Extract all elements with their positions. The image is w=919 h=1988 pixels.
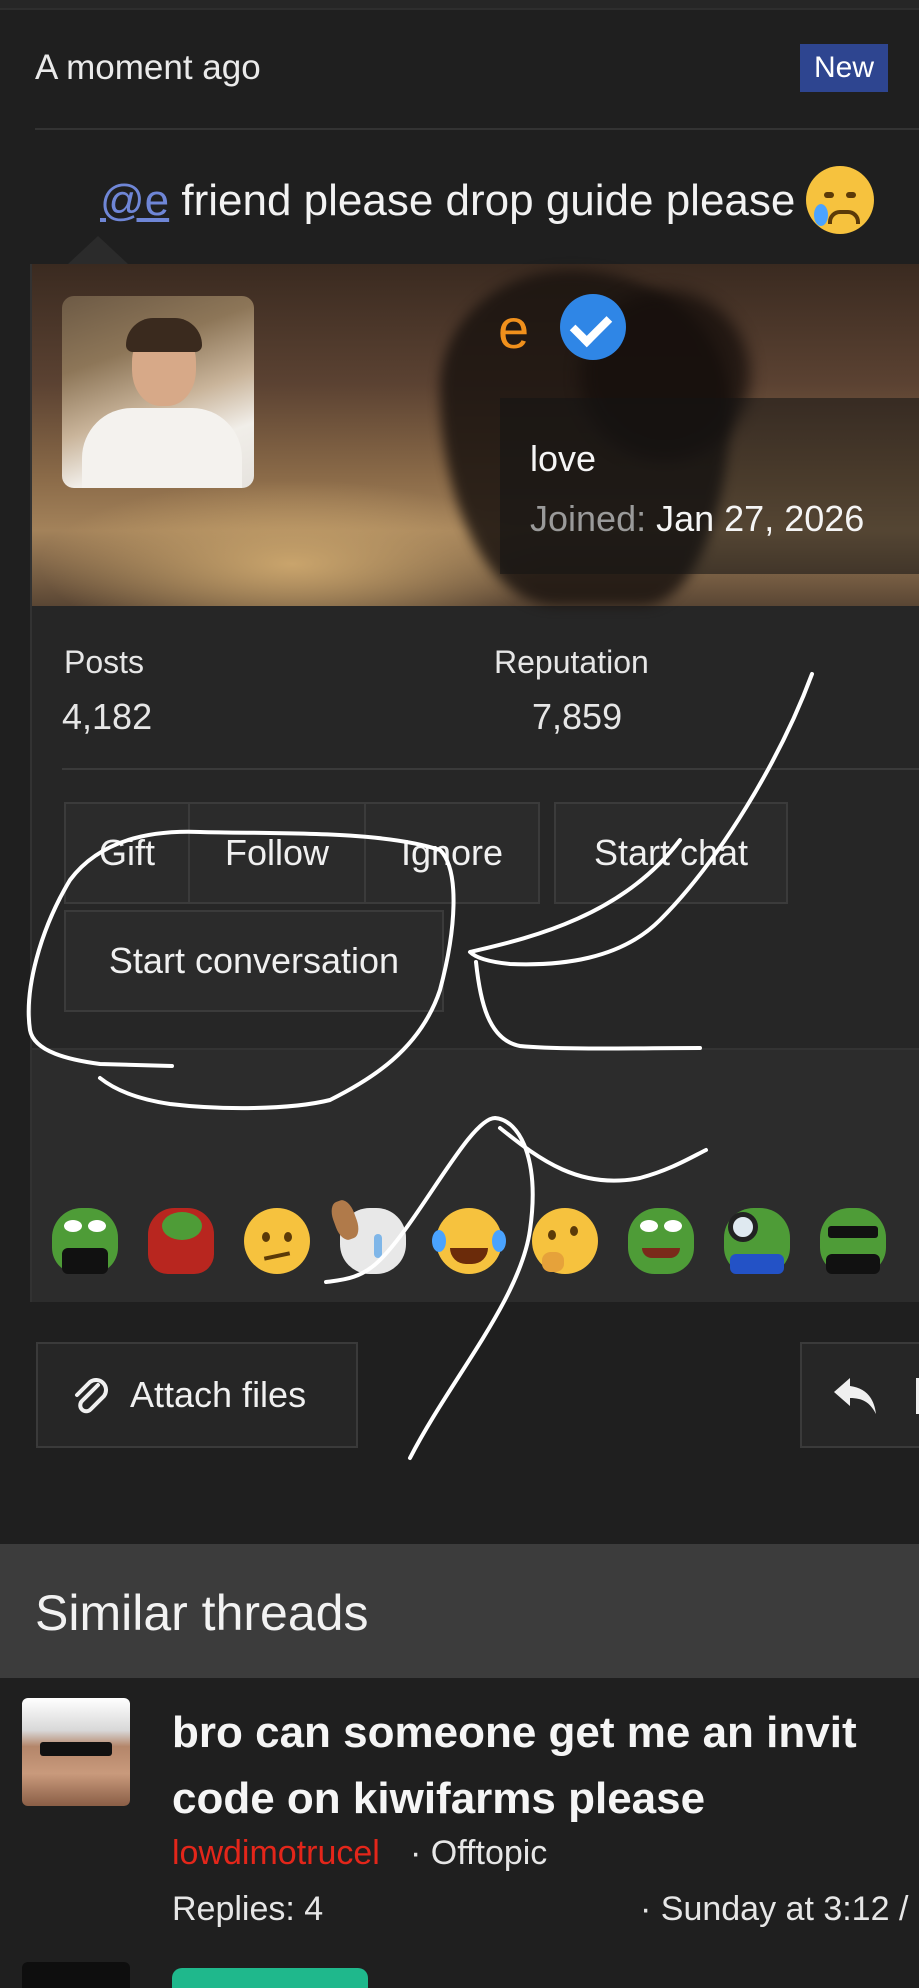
reputation-label: Reputation bbox=[494, 644, 649, 680]
pepe-magnifier-icon[interactable] bbox=[724, 1208, 790, 1274]
joined-label: Joined: bbox=[530, 498, 647, 539]
crying-face-icon bbox=[806, 166, 874, 234]
thread-prefix-badge bbox=[172, 1968, 368, 1988]
reputation-value[interactable]: 7,859 bbox=[532, 696, 622, 738]
avatar[interactable] bbox=[22, 1698, 130, 1806]
profile-info-box bbox=[500, 398, 919, 574]
thread-date: · Sunday at 3:12 / bbox=[640, 1890, 909, 1928]
divider bbox=[35, 128, 919, 130]
divider bbox=[62, 768, 919, 770]
attach-files-label: Attach files bbox=[130, 1374, 307, 1415]
paperclip-icon bbox=[75, 1378, 108, 1414]
avatar[interactable] bbox=[62, 296, 254, 488]
thinking-face-icon[interactable] bbox=[532, 1208, 598, 1274]
post-message: @e friend please drop guide please bbox=[100, 176, 795, 226]
post-reply-button[interactable] bbox=[800, 1342, 919, 1448]
start-chat-button[interactable]: Start chat bbox=[554, 802, 788, 904]
confused-face-icon[interactable] bbox=[244, 1208, 310, 1274]
thread-title-line: code on kiwifarms please bbox=[172, 1774, 706, 1823]
thread-title-link[interactable]: bro can someone get me an invit code on … bbox=[172, 1700, 919, 1832]
start-conversation-button[interactable]: Start conversation bbox=[64, 910, 444, 1012]
post-timestamp: A moment ago bbox=[35, 48, 261, 87]
pepe-red-icon[interactable] bbox=[148, 1208, 214, 1274]
thread-title-line: bro can someone get me an invit bbox=[172, 1708, 857, 1757]
joined-date: Joined: Jan 27, 2026 bbox=[530, 498, 864, 540]
thread-forum-link[interactable]: · Offtopic bbox=[410, 1834, 547, 1873]
posts-value[interactable]: 4,182 bbox=[62, 696, 152, 738]
post-message-text: friend please drop guide please bbox=[169, 176, 796, 225]
gift-button[interactable]: Gift bbox=[64, 802, 190, 904]
joined-value: Jan 27, 2026 bbox=[656, 498, 865, 539]
user-mention-link[interactable]: @e bbox=[100, 176, 169, 225]
profile-username[interactable]: e bbox=[498, 296, 529, 361]
similar-threads-title: Similar threads bbox=[35, 1585, 369, 1641]
posts-label: Posts bbox=[64, 644, 145, 680]
top-divider bbox=[0, 0, 919, 10]
pepe-sunglasses-icon[interactable] bbox=[820, 1208, 886, 1274]
ignore-button[interactable]: Ignore bbox=[364, 802, 540, 904]
reply-arrow-icon bbox=[834, 1378, 876, 1414]
avatar[interactable] bbox=[22, 1962, 130, 1988]
new-badge: New bbox=[800, 44, 888, 92]
attach-files-button[interactable]: Attach files bbox=[36, 1342, 358, 1448]
pepe-smile-icon[interactable] bbox=[628, 1208, 694, 1274]
pepe-suit-icon[interactable] bbox=[52, 1208, 118, 1274]
thread-author-link[interactable]: lowdimotrucel bbox=[172, 1834, 380, 1873]
crying-wojak-icon[interactable] bbox=[327, 1197, 406, 1274]
laughing-crying-face-icon[interactable] bbox=[432, 1208, 506, 1274]
follow-button[interactable]: Follow bbox=[188, 802, 366, 904]
thread-replies: Replies: 4 bbox=[172, 1890, 324, 1928]
tooltip-pointer bbox=[68, 236, 128, 264]
verified-check-icon bbox=[560, 294, 626, 360]
user-title: love bbox=[530, 438, 597, 479]
